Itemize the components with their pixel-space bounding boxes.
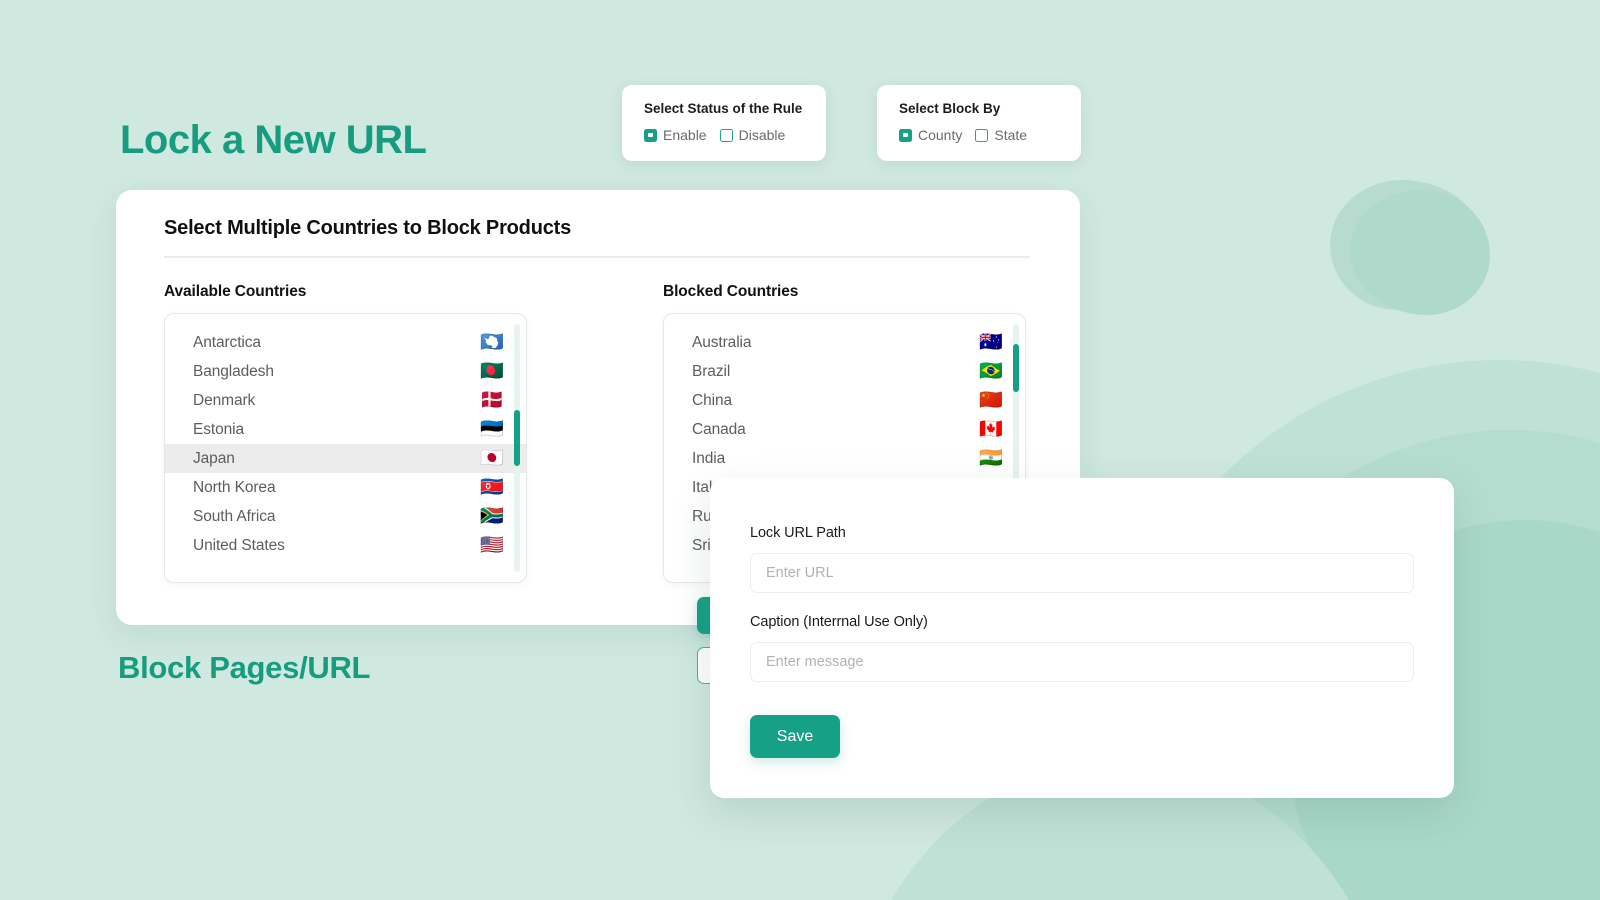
status-options-row: Enable Disable xyxy=(644,127,804,143)
checkbox-enable-icon[interactable] xyxy=(644,128,657,142)
caption-input[interactable] xyxy=(750,642,1414,682)
status-option-disable-label: Disable xyxy=(738,127,786,143)
checkbox-state-icon[interactable] xyxy=(975,128,989,142)
block-by-option-county-label: County xyxy=(918,127,963,143)
lock-url-form-card: Lock URL Path Caption (Interrnal Use Onl… xyxy=(710,478,1454,798)
status-option-enable-label: Enable xyxy=(663,127,707,143)
country-name: India xyxy=(692,449,726,467)
country-flag-icon: 🇨🇦 xyxy=(979,419,1003,440)
country-row[interactable]: Estonia 🇪🇪 xyxy=(165,415,526,444)
country-row[interactable]: Bangladesh 🇧🇩 xyxy=(165,357,526,386)
country-name: Canada xyxy=(692,420,746,438)
caption-label: Caption (Interrnal Use Only) xyxy=(750,614,928,630)
available-countries-items: Antarctica 🇦🇶 Bangladesh 🇧🇩 Denmark 🇩🇰 Estonia… xyxy=(165,328,526,560)
page-title: Lock a New URL xyxy=(120,118,427,162)
lock-url-path-label: Lock URL Path xyxy=(750,525,846,541)
country-name: North Korea xyxy=(193,478,276,496)
country-name: Estonia xyxy=(193,420,244,438)
available-list-scroll-thumb[interactable] xyxy=(514,410,520,466)
block-by-panel-title: Select Block By xyxy=(899,101,1001,116)
country-name: China xyxy=(692,391,732,409)
available-countries-label: Available Countries xyxy=(164,283,307,300)
country-flag-icon: 🇿🇦 xyxy=(480,506,504,527)
country-row[interactable]: Japan 🇯🇵 xyxy=(165,444,526,473)
card-heading: Select Multiple Countries to Block Produ… xyxy=(164,217,572,239)
country-row[interactable]: Canada 🇨🇦 xyxy=(664,415,1025,444)
blocked-list-scroll-thumb[interactable] xyxy=(1013,344,1019,392)
status-option-enable[interactable]: Enable xyxy=(644,127,707,143)
country-flag-icon: 🇩🇰 xyxy=(480,390,504,411)
country-row[interactable]: South Africa 🇿🇦 xyxy=(165,502,526,531)
page-root: Lock a New URL Select Status of the Rule… xyxy=(0,0,1600,900)
country-name: Brazil xyxy=(692,362,731,380)
country-name: South Africa xyxy=(193,507,276,525)
country-row[interactable]: India 🇮🇳 xyxy=(664,444,1025,473)
save-button[interactable]: Save xyxy=(750,715,840,758)
country-row[interactable]: Australia 🇦🇺 xyxy=(664,328,1025,357)
status-panel-title: Select Status of the Rule xyxy=(644,101,803,116)
country-flag-icon: 🇦🇶 xyxy=(480,332,504,353)
country-name: United States xyxy=(193,536,285,554)
status-option-disable[interactable]: Disable xyxy=(719,127,786,143)
country-flag-icon: 🇺🇸 xyxy=(480,535,504,556)
country-name: Bangladesh xyxy=(193,362,274,380)
blocked-countries-label: Blocked Countries xyxy=(663,283,799,300)
block-by-panel: Select Block By County State xyxy=(877,85,1081,161)
country-name: Denmark xyxy=(193,391,256,409)
country-row[interactable]: North Korea 🇰🇵 xyxy=(165,473,526,502)
country-flag-icon: 🇰🇵 xyxy=(480,477,504,498)
checkbox-county-icon[interactable] xyxy=(899,128,912,142)
country-flag-icon: 🇯🇵 xyxy=(480,448,504,469)
country-name: Japan xyxy=(193,449,235,467)
country-row[interactable]: Brazil 🇧🇷 xyxy=(664,357,1025,386)
country-name: Antarctica xyxy=(193,333,261,351)
block-by-option-county[interactable]: County xyxy=(899,127,962,143)
country-flag-icon: 🇪🇪 xyxy=(480,419,504,440)
country-row[interactable]: United States 🇺🇸 xyxy=(165,531,526,560)
country-flag-icon: 🇨🇳 xyxy=(979,390,1003,411)
country-flag-icon: 🇮🇳 xyxy=(979,448,1003,469)
block-by-options-row: County State xyxy=(899,127,1059,143)
available-list-scrollbar[interactable] xyxy=(514,324,520,572)
country-flag-icon: 🇧🇩 xyxy=(480,361,504,382)
country-row[interactable]: Antarctica 🇦🇶 xyxy=(165,328,526,357)
country-flag-icon: 🇧🇷 xyxy=(979,361,1003,382)
block-by-option-state[interactable]: State xyxy=(975,127,1027,143)
country-flag-icon: 🇦🇺 xyxy=(979,332,1003,353)
lock-url-path-input[interactable] xyxy=(750,553,1414,593)
country-row[interactable]: China 🇨🇳 xyxy=(664,386,1025,415)
country-row[interactable]: Denmark 🇩🇰 xyxy=(165,386,526,415)
card-divider xyxy=(164,256,1030,258)
status-of-rule-panel: Select Status of the Rule Enable Disable xyxy=(622,85,826,161)
block-by-option-state-label: State xyxy=(994,127,1028,143)
available-countries-list[interactable]: Antarctica 🇦🇶 Bangladesh 🇧🇩 Denmark 🇩🇰 Estonia… xyxy=(164,313,527,583)
country-name: Australia xyxy=(692,333,752,351)
checkbox-disable-icon[interactable] xyxy=(719,128,733,142)
footer-title: Block Pages/URL xyxy=(118,650,371,685)
